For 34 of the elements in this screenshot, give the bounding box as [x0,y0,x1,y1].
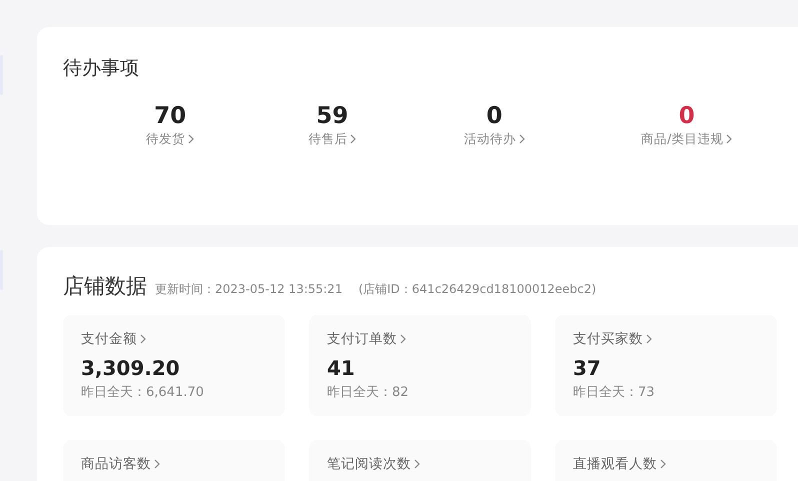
metric-value: 41 [327,354,356,382]
metric-link[interactable]: 商品访客数 [81,454,160,474]
yesterday-value: 昨日全天：82 [327,384,410,402]
chevron-right-icon [140,334,146,344]
metric-link[interactable]: 支付金额 [81,328,146,349]
chevron-right-icon [660,459,666,470]
chevron-right-icon [646,334,652,344]
metric-value: 37 [573,354,602,382]
todo-count: 59 [316,102,348,130]
chevron-right-icon [350,134,356,144]
update-time: 更新时间：2023-05-12 13:55:21 [155,281,342,298]
todo-count: 0 [486,102,502,130]
section-title: 待办事项 [63,56,140,81]
chevron-right-icon [726,134,732,144]
todo-link[interactable]: 活动待办 [464,130,525,149]
store-id: (店铺ID：641c26429cd18100012eebc2) [358,281,596,298]
yesterday-value: 昨日全天：6,641.70 [81,384,205,402]
metric-link[interactable]: 笔记阅读次数 [327,454,420,474]
chevron-right-icon [400,334,406,344]
todo-link[interactable]: 待发货 [146,130,194,149]
section-title: 店铺数据 [63,273,147,300]
metric-value: 3,309.20 [81,354,181,382]
todo-link[interactable]: 待售后 [308,130,356,149]
yesterday-value: 昨日全天：73 [573,384,656,402]
chevron-right-icon [188,134,194,144]
chevron-right-icon [414,459,420,470]
todo-count: 70 [154,102,186,130]
chevron-right-icon [154,459,160,470]
metric-link[interactable]: 支付买家数 [573,328,652,349]
chevron-right-icon [518,134,525,144]
metric-link[interactable]: 支付订单数 [327,328,406,349]
metric-link[interactable]: 直播观看人数 [573,454,666,474]
todo-count: 0 [678,102,695,130]
todo-link[interactable]: 商品/类目违规 [641,130,732,149]
